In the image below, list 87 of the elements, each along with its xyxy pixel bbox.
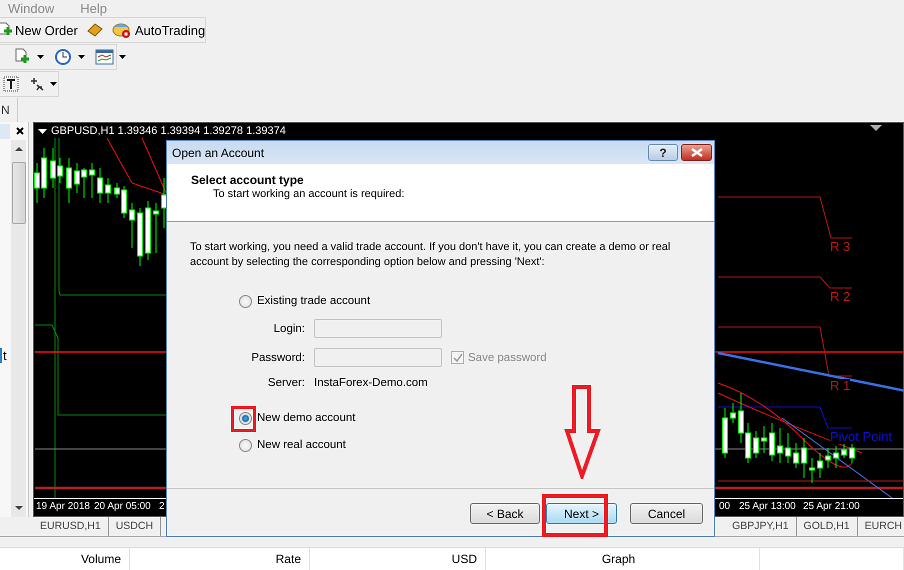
- candlestick: [785, 432, 791, 464]
- chart-window-icon: [95, 48, 114, 66]
- panel-label: N: [0, 103, 10, 117]
- pivot-level-label: Pivot Point: [830, 430, 892, 444]
- shift-marker-icon: [870, 125, 882, 131]
- pivot-level-label: R 1: [830, 379, 850, 393]
- section-heading: Select account type: [191, 173, 305, 187]
- time-axis-label: 00: [719, 501, 730, 512]
- candlestick: [753, 430, 759, 458]
- new-order-button[interactable]: New Order: [0, 21, 80, 39]
- radio-button[interactable]: [239, 412, 252, 424]
- field-label: Server:: [266, 377, 305, 389]
- selection-strip: [0, 124, 10, 138]
- clock-icon: [54, 48, 73, 66]
- time-axis-label: 25 Apr 13:00: [739, 501, 796, 512]
- chart-tab[interactable]: EURUSD,H1: [40, 517, 109, 536]
- ingot-icon: [86, 22, 104, 38]
- dropdown-triangle-icon[interactable]: [38, 128, 47, 134]
- candlestick: [145, 200, 151, 260]
- pivot-level-label: R 2: [830, 290, 850, 304]
- close-button[interactable]: [681, 144, 712, 161]
- help-button[interactable]: ?: [648, 144, 678, 161]
- caret-icon: [50, 82, 57, 86]
- radio-button[interactable]: [239, 294, 252, 308]
- field-label: Login:: [272, 322, 305, 334]
- scroll-down-icon[interactable]: [14, 506, 22, 511]
- candlestick: [153, 202, 159, 254]
- section-subtitle: To start working an account is required:: [212, 188, 406, 200]
- radio-button[interactable]: [239, 438, 252, 452]
- pivot-level-label: R 3: [830, 240, 850, 254]
- server-value: InstaForex-Demo.com: [314, 377, 429, 389]
- candlestick: [777, 428, 783, 464]
- candlestick: [849, 442, 855, 464]
- robot-hat-icon: [112, 21, 132, 39]
- field-label: Password:: [250, 352, 305, 364]
- dialog-title: Open an Account: [172, 146, 264, 160]
- chart-tab[interactable]: USDCH: [108, 517, 162, 536]
- dialog-button[interactable]: < Back: [470, 503, 540, 524]
- autotrading-button[interactable]: AutoTrading: [110, 20, 208, 40]
- radio-option[interactable]: New demo account: [239, 409, 356, 427]
- candlestick: [89, 162, 95, 198]
- chart-tab[interactable]: GOLD,H1: [796, 517, 858, 536]
- candlestick: [817, 452, 823, 478]
- candlestick: [129, 202, 135, 248]
- column-header[interactable]: USD: [310, 548, 486, 570]
- checkmark-icon: [452, 353, 462, 362]
- caret-icon: [119, 55, 126, 59]
- candlestick: [722, 408, 728, 458]
- instruction-text: To start working, you need a valid trade account. If you don't have it, you can create a demo or real account by selecting the corresponding option below and pressing 'Next':: [190, 240, 672, 270]
- candlestick: [97, 168, 103, 204]
- candlestick: [105, 178, 111, 204]
- time-axis-label: 19 Apr 2018: [36, 501, 90, 512]
- column-header[interactable]: Rate: [130, 548, 310, 570]
- scrollbar-thumb[interactable]: [12, 162, 26, 224]
- tree-item-text[interactable]: t: [0, 348, 7, 363]
- radio-option[interactable]: New real account: [239, 436, 346, 454]
- close-icon[interactable]: [16, 127, 24, 135]
- time-axis-label: 25 Apr 21:00: [803, 501, 860, 512]
- time-axis-label: 2: [159, 501, 165, 512]
- chart-tab[interactable]: EURCH: [858, 517, 904, 536]
- chart-tab[interactable]: GBPJPY,H1: [725, 517, 797, 536]
- candlestick: [825, 448, 831, 468]
- candlestick: [801, 438, 807, 478]
- candlestick: [809, 458, 815, 484]
- caret-icon: [37, 55, 44, 59]
- text-frame-icon: [3, 76, 19, 92]
- candlestick: [730, 402, 736, 424]
- column-header[interactable]: Graph: [486, 548, 760, 570]
- scrollbar[interactable]: [11, 140, 26, 517]
- document-plus-icon: [0, 22, 12, 38]
- chart-header-text: GBPUSD,H1 1.39346 1.39394 1.39278 1.39374: [51, 125, 286, 137]
- caret-icon: [78, 55, 85, 59]
- dialog-button[interactable]: Next >: [546, 503, 617, 524]
- dialog-button[interactable]: Cancel: [630, 503, 703, 524]
- radio-option[interactable]: Existing trade account: [239, 292, 370, 310]
- candlestick: [833, 446, 839, 468]
- candlestick: [769, 422, 775, 462]
- scroll-up-icon[interactable]: [14, 146, 22, 151]
- candlestick: [761, 426, 767, 454]
- chart-plus-icon: [13, 48, 32, 66]
- close-icon: [690, 148, 702, 157]
- candlestick: [66, 158, 72, 204]
- time-axis-label: 20 Apr 05:00: [94, 501, 151, 512]
- column-header[interactable]: Volume: [0, 548, 130, 570]
- candlestick: [137, 208, 143, 266]
- candlestick: [793, 442, 799, 468]
- arrows-icon: [29, 77, 45, 91]
